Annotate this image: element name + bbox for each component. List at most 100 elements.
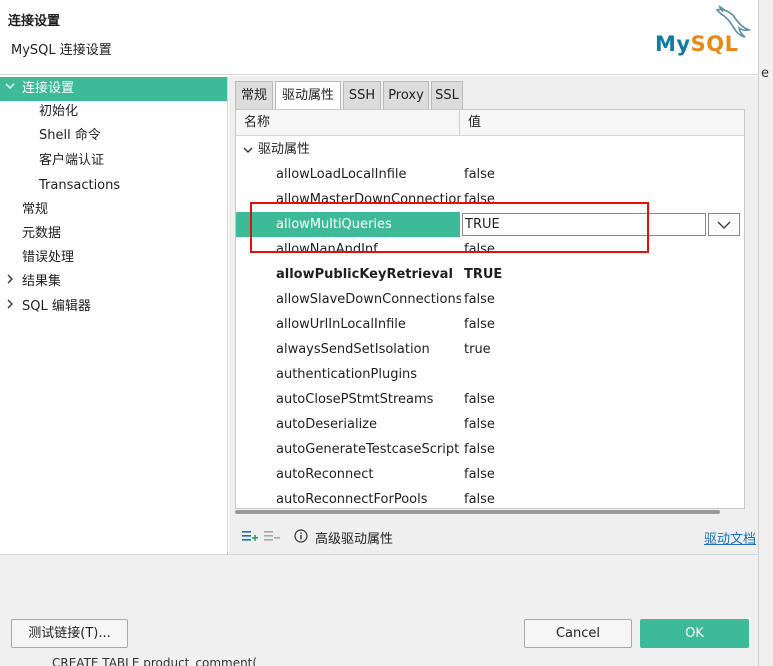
table-row[interactable]: authenticationPlugins [236, 362, 744, 387]
dialog-button-bar: 测试链接(T)... Cancel OK CREATE TABLE produc… [0, 554, 758, 666]
sidebar-item-label: SQL 编辑器 [22, 299, 91, 314]
property-value[interactable]: TRUE [464, 262, 502, 287]
dialog-header: 连接设置 MySQL 连接设置 MySQL [0, 0, 773, 75]
sidebar-item-shell-commands[interactable]: Shell 命令 [0, 124, 227, 148]
property-value[interactable]: false [464, 487, 495, 508]
test-connection-button[interactable]: 测试链接(T)... [11, 619, 128, 648]
table-row[interactable]: allowPublicKeyRetrieval TRUE [236, 262, 744, 287]
column-divider[interactable] [459, 110, 460, 136]
property-name: allowNanAndInf [276, 242, 378, 257]
driver-properties-table: 名称 值 驱动属性 allowLoadLocalInfile false all… [235, 109, 745, 509]
sidebar-item-label: 连接设置 [22, 81, 75, 96]
value-dropdown-button[interactable] [708, 213, 740, 236]
mysql-logo: MySQL [651, 4, 756, 64]
ok-button[interactable]: OK [640, 619, 749, 648]
property-value[interactable]: false [464, 437, 495, 462]
sidebar-item-error-handling[interactable]: 错误处理 [0, 246, 227, 270]
property-value[interactable]: false [464, 287, 495, 312]
property-name: allowSlaveDownConnections [276, 292, 461, 307]
page-title: 连接设置 [8, 14, 61, 29]
property-name: autoDeserialize [276, 417, 378, 432]
chevron-right-icon[interactable] [4, 295, 16, 319]
table-row[interactable]: allowNanAndInf false [236, 237, 744, 262]
sidebar-item-label: 错误处理 [22, 250, 75, 265]
background-text: e [761, 66, 769, 81]
sidebar-item-metadata[interactable]: 元数据 [0, 222, 227, 246]
property-name: authenticationPlugins [276, 367, 418, 382]
table-row[interactable]: autoClosePStmtStreams false [236, 387, 744, 412]
tab-general[interactable]: 常规 [235, 81, 273, 109]
sidebar-item-transactions[interactable]: Transactions [0, 174, 227, 198]
page-subtitle: MySQL 连接设置 [11, 43, 112, 58]
sidebar-item-sql-editor[interactable]: SQL 编辑器 [0, 295, 227, 319]
chevron-down-icon[interactable] [242, 137, 254, 162]
property-name: alwaysSendSetIsolation [276, 342, 430, 357]
column-header-name[interactable]: 名称 [244, 110, 270, 136]
property-value[interactable]: false [464, 237, 495, 262]
property-name: autoReconnect [276, 467, 374, 482]
group-label: 驱动属性 [258, 142, 311, 157]
property-value[interactable]: false [464, 187, 495, 212]
property-name: allowMasterDownConnections [276, 192, 461, 207]
table-row[interactable]: autoGenerateTestcaseScript false [236, 437, 744, 462]
background-window-edge: e [758, 0, 773, 666]
table-row[interactable]: allowUrlInLocalInfile false [236, 312, 744, 337]
property-value[interactable]: false [464, 162, 495, 187]
sidebar-item-connection-settings[interactable]: 连接设置 [0, 77, 227, 101]
sidebar-item-label: 常规 [22, 202, 49, 217]
sidebar-item-client-auth[interactable]: 客户端认证 [0, 149, 227, 173]
property-name: autoReconnectForPools [276, 492, 428, 507]
tab-ssl[interactable]: SSL [431, 81, 463, 109]
chevron-right-icon[interactable] [4, 270, 16, 294]
sidebar-item-result-sets[interactable]: 结果集 [0, 270, 227, 294]
tab-ssh[interactable]: SSH [343, 81, 381, 109]
column-header-value[interactable]: 值 [468, 110, 481, 136]
info-icon [294, 529, 310, 543]
sidebar-item-label: 客户端认证 [39, 153, 105, 168]
property-value[interactable]: false [464, 312, 495, 337]
driver-docs-link[interactable]: 驱动文档 [704, 528, 756, 547]
chevron-down-icon[interactable] [4, 77, 16, 101]
property-name: autoGenerateTestcaseScript [276, 442, 460, 457]
property-value[interactable]: false [464, 412, 495, 437]
settings-tree: 连接设置 初始化 Shell 命令 客户端认证 Transactions 常规 … [0, 76, 228, 554]
table-row[interactable]: autoReconnect false [236, 462, 744, 487]
background-editor-text: CREATE TABLE product_comment( [52, 656, 258, 666]
sidebar-item-general[interactable]: 常规 [0, 198, 227, 222]
table-header: 名称 值 [236, 110, 744, 136]
property-value[interactable]: true [464, 337, 491, 362]
settings-pane: 常规 驱动属性 SSH Proxy SSL 名称 值 驱动属性 allowLoa… [229, 76, 758, 554]
advanced-properties-label: 高级驱动属性 [315, 532, 394, 547]
tab-proxy[interactable]: Proxy [383, 81, 429, 109]
property-name: autoClosePStmtStreams [276, 392, 434, 407]
table-row[interactable]: autoReconnectForPools false [236, 487, 744, 508]
table-row[interactable]: allowLoadLocalInfile false [236, 162, 744, 187]
tab-driver-properties[interactable]: 驱动属性 [275, 81, 341, 111]
sidebar-item-init[interactable]: 初始化 [0, 100, 227, 124]
table-row[interactable]: allowMasterDownConnections false [236, 187, 744, 212]
sidebar-item-label: Shell 命令 [39, 128, 101, 143]
logo-text: MySQL [655, 32, 739, 56]
table-row[interactable]: allowSlaveDownConnections false [236, 287, 744, 312]
property-name: allowLoadLocalInfile [276, 167, 407, 182]
table-row[interactable]: alwaysSendSetIsolation true [236, 337, 744, 362]
table-group-row[interactable]: 驱动属性 [236, 137, 744, 162]
sidebar-item-label: 结果集 [22, 274, 62, 289]
property-value-editor[interactable]: TRUE [462, 213, 706, 236]
property-value[interactable]: false [464, 387, 495, 412]
table-row-selected[interactable]: allowMultiQueries TRUE [236, 212, 744, 237]
add-property-icon[interactable] [242, 529, 258, 543]
remove-property-icon[interactable] [264, 529, 280, 543]
chevron-down-icon [717, 221, 731, 229]
property-value[interactable]: false [464, 462, 495, 487]
sidebar-item-label: 初始化 [39, 104, 79, 119]
property-name: allowPublicKeyRetrieval [276, 267, 453, 282]
pane-footer: 高级驱动属性 驱动文档 [229, 523, 758, 551]
sidebar-item-label: Transactions [39, 178, 121, 193]
sidebar-item-label: 元数据 [22, 226, 62, 241]
table-row[interactable]: autoDeserialize false [236, 412, 744, 437]
property-name: allowMultiQueries [276, 217, 392, 232]
cancel-button[interactable]: Cancel [524, 619, 632, 648]
property-name: allowUrlInLocalInfile [276, 317, 406, 332]
horizontal-scrollbar[interactable] [235, 510, 720, 514]
